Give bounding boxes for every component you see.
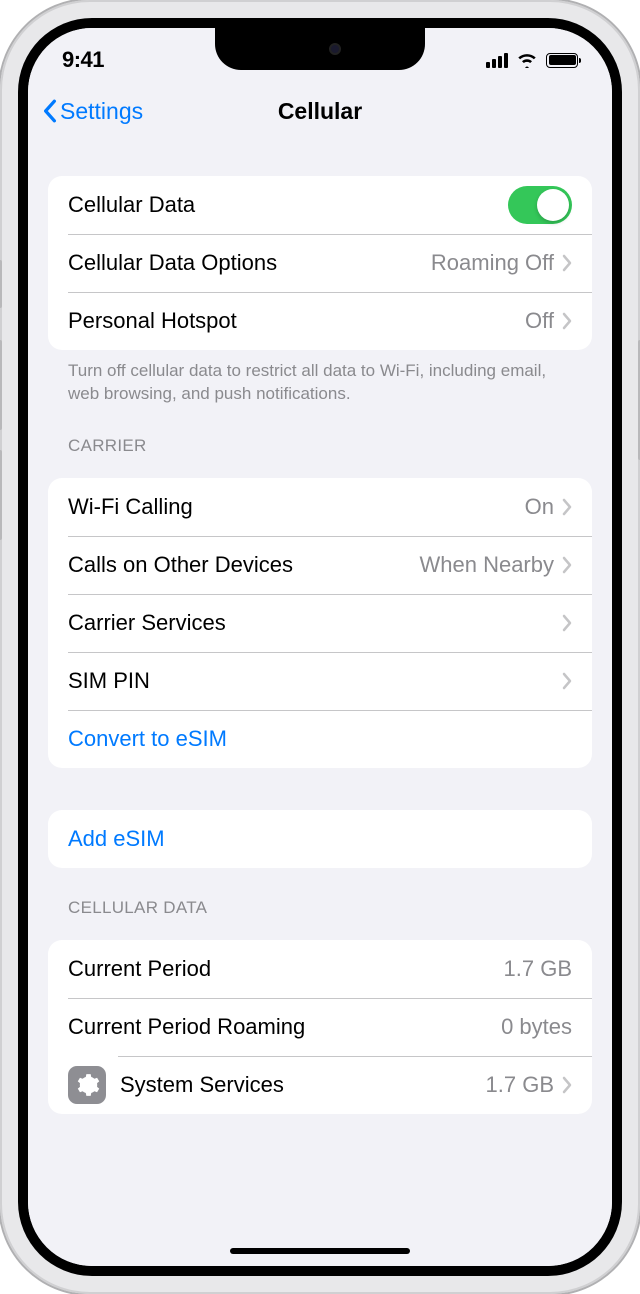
row-cellular-data[interactable]: Cellular Data [48, 176, 592, 234]
settings-group-add-esim: Add eSIM [48, 810, 592, 868]
row-system-services[interactable]: System Services 1.7 GB [48, 1056, 592, 1114]
row-label: Personal Hotspot [68, 308, 525, 334]
section-footer: Turn off cellular data to restrict all d… [48, 350, 592, 406]
row-convert-esim[interactable]: Convert to eSIM [48, 710, 592, 768]
row-value: Off [525, 308, 554, 334]
section-header-carrier: CARRIER [48, 436, 592, 464]
status-time: 9:41 [62, 47, 104, 73]
battery-icon [546, 53, 578, 68]
row-value: 1.7 GB [486, 1072, 554, 1098]
row-label: Current Period Roaming [68, 1014, 501, 1040]
row-label: Calls on Other Devices [68, 552, 419, 578]
row-current-period: Current Period 1.7 GB [48, 940, 592, 998]
page-title: Cellular [278, 98, 362, 125]
row-value: When Nearby [419, 552, 554, 578]
row-label: System Services [120, 1072, 486, 1098]
row-label: Convert to eSIM [68, 726, 572, 752]
row-label: Wi-Fi Calling [68, 494, 525, 520]
chevron-right-icon [562, 1076, 572, 1094]
chevron-right-icon [562, 556, 572, 574]
chevron-right-icon [562, 312, 572, 330]
row-label: Current Period [68, 956, 504, 982]
chevron-right-icon [562, 498, 572, 516]
row-carrier-services[interactable]: Carrier Services [48, 594, 592, 652]
wifi-icon [516, 52, 538, 68]
settings-group-main: Cellular Data Cellular Data Options Roam… [48, 176, 592, 350]
row-add-esim[interactable]: Add eSIM [48, 810, 592, 868]
nav-header: Settings Cellular [28, 84, 612, 138]
section-header-cellular-data: CELLULAR DATA [48, 898, 592, 926]
chevron-right-icon [562, 614, 572, 632]
cellular-data-toggle[interactable] [508, 186, 572, 224]
row-current-period-roaming: Current Period Roaming 0 bytes [48, 998, 592, 1056]
back-label: Settings [60, 98, 143, 125]
row-calls-other-devices[interactable]: Calls on Other Devices When Nearby [48, 536, 592, 594]
row-value: 1.7 GB [504, 956, 572, 982]
status-indicators [486, 52, 578, 68]
home-indicator[interactable] [230, 1248, 410, 1254]
settings-group-usage: Current Period 1.7 GB Current Period Roa… [48, 940, 592, 1114]
gear-icon [68, 1066, 106, 1104]
row-label: Cellular Data [68, 192, 508, 218]
row-sim-pin[interactable]: SIM PIN [48, 652, 592, 710]
row-label: SIM PIN [68, 668, 562, 694]
row-personal-hotspot[interactable]: Personal Hotspot Off [48, 292, 592, 350]
back-button[interactable]: Settings [42, 98, 143, 125]
row-label: Add eSIM [68, 826, 572, 852]
row-value: On [525, 494, 554, 520]
chevron-right-icon [562, 254, 572, 272]
phone-frame: 9:41 Settings Cellular [0, 0, 640, 1294]
row-value: Roaming Off [431, 250, 554, 276]
cellular-signal-icon [486, 53, 508, 68]
row-cellular-data-options[interactable]: Cellular Data Options Roaming Off [48, 234, 592, 292]
row-label: Cellular Data Options [68, 250, 431, 276]
row-label: Carrier Services [68, 610, 562, 636]
row-value: 0 bytes [501, 1014, 572, 1040]
row-wifi-calling[interactable]: Wi-Fi Calling On [48, 478, 592, 536]
chevron-right-icon [562, 672, 572, 690]
settings-group-carrier: Wi-Fi Calling On Calls on Other Devices … [48, 478, 592, 768]
